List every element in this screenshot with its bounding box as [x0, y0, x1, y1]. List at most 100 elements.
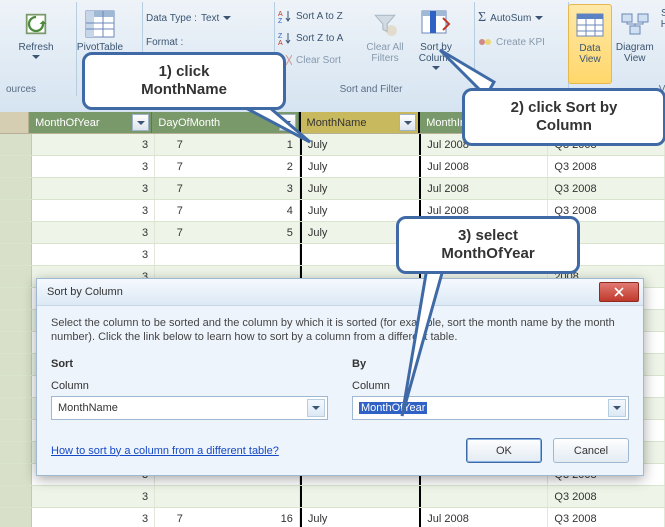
- cell-dom[interactable]: [155, 244, 300, 265]
- callout-2: 2) click Sort by Column: [462, 88, 665, 146]
- show-hidden-button[interactable]: S H: [658, 4, 665, 82]
- cell-mname[interactable]: [300, 486, 421, 507]
- cell-moy[interactable]: 3: [32, 156, 155, 177]
- filter-dropdown-icon[interactable]: [399, 114, 416, 131]
- cell-qic[interactable]: Q3 2008: [548, 508, 665, 527]
- refresh-button[interactable]: Refresh: [12, 4, 60, 82]
- cancel-button[interactable]: Cancel: [553, 438, 629, 463]
- sort-column-value: MonthName: [58, 402, 118, 414]
- column-label: Column: [51, 380, 328, 392]
- sort-az-button[interactable]: AZ Sort A to Z: [274, 6, 360, 26]
- svg-text:Z: Z: [278, 18, 283, 23]
- dialog-title: Sort by Column: [47, 286, 123, 298]
- cell-blank[interactable]: [0, 354, 32, 375]
- cell-moy[interactable]: 3: [32, 134, 155, 155]
- cell-blank[interactable]: [0, 310, 32, 331]
- cell-moy[interactable]: 3: [32, 486, 155, 507]
- sort-by-column-dialog: Sort by Column Select the column to be s…: [36, 278, 644, 476]
- sort-za-button[interactable]: ZA Sort Z to A: [274, 28, 360, 48]
- cell-moy[interactable]: 3: [32, 222, 155, 243]
- ok-button[interactable]: OK: [466, 438, 542, 463]
- format-label: Format :: [146, 37, 183, 48]
- cell-blank[interactable]: [0, 222, 32, 243]
- dropdown-arrow-icon: [223, 16, 231, 20]
- cell-blank[interactable]: [0, 178, 32, 199]
- cell-blank[interactable]: [0, 420, 32, 441]
- cell-dom[interactable]: [155, 486, 300, 507]
- format-dropdown[interactable]: Format :: [142, 32, 268, 52]
- cell-blank[interactable]: [0, 200, 32, 221]
- cell-dom[interactable]: 27: [155, 156, 300, 177]
- funnel-clear-icon: [369, 8, 401, 40]
- cell-blank[interactable]: [0, 376, 32, 397]
- cell-blank[interactable]: [0, 486, 32, 507]
- cell-qic[interactable]: Q3 2008: [548, 156, 665, 177]
- cell-moy[interactable]: 3: [32, 244, 155, 265]
- cell-qic[interactable]: Q3 2008: [548, 486, 665, 507]
- cell-qic[interactable]: Q3 2008: [548, 178, 665, 199]
- cell-blank[interactable]: [0, 332, 32, 353]
- cell-mic[interactable]: Jul 2008: [421, 508, 548, 527]
- dropdown-arrow-icon: [307, 399, 325, 417]
- column-header-blank[interactable]: [0, 112, 29, 133]
- help-link[interactable]: How to sort by a column from a different…: [51, 445, 279, 457]
- table-row[interactable]: 327JulyJul 2008Q3 2008: [0, 156, 665, 178]
- cell-mic[interactable]: Jul 2008: [421, 156, 548, 177]
- sigma-icon: Σ: [478, 10, 486, 26]
- cell-dom[interactable]: 37: [155, 178, 300, 199]
- table-row[interactable]: 337JulyJul 2008Q3 2008: [0, 178, 665, 200]
- cell-blank[interactable]: [0, 134, 32, 155]
- callout-3-pointer: [398, 260, 448, 420]
- cell-blank[interactable]: [0, 266, 32, 287]
- data-view-icon: [574, 9, 606, 41]
- diagram-view-button[interactable]: Diagram View: [612, 4, 658, 82]
- table-row[interactable]: 3 Q3 2008: [0, 486, 665, 508]
- cell-dom[interactable]: 167: [155, 508, 300, 527]
- data-view-button[interactable]: Data View: [568, 4, 612, 84]
- clear-sort-button[interactable]: AZ Clear Sort: [274, 50, 360, 70]
- clear-filters-button[interactable]: Clear All Filters: [360, 4, 410, 82]
- cell-mname[interactable]: July: [300, 156, 421, 177]
- sort-column-combo[interactable]: MonthName: [51, 396, 328, 420]
- table-row[interactable]: 3167JulyJul 2008Q3 2008: [0, 508, 665, 527]
- dialog-close-button[interactable]: [599, 282, 639, 302]
- dropdown-arrow-icon: [608, 399, 626, 417]
- column-header-moy[interactable]: MonthOfYear: [29, 112, 152, 133]
- dialog-titlebar[interactable]: Sort by Column: [37, 279, 643, 306]
- cell-mname[interactable]: July: [300, 508, 421, 527]
- svg-text:Z: Z: [278, 33, 283, 40]
- cell-moy[interactable]: 3: [32, 178, 155, 199]
- cell-dom[interactable]: 57: [155, 222, 300, 243]
- dropdown-arrow-icon: [32, 55, 40, 59]
- cell-blank[interactable]: [0, 288, 32, 309]
- sort-za-icon: ZA: [278, 31, 292, 45]
- close-icon: [614, 287, 624, 297]
- dropdown-arrow-icon: [535, 16, 543, 20]
- cell-blank[interactable]: [0, 156, 32, 177]
- cell-blank[interactable]: [0, 442, 32, 463]
- refresh-label: Refresh: [18, 42, 53, 53]
- cell-blank[interactable]: [0, 508, 32, 527]
- data-type-dropdown[interactable]: Data Type : Text: [142, 8, 268, 28]
- pivottable-icon: [84, 8, 116, 40]
- refresh-icon: [20, 8, 52, 40]
- data-type-label: Data Type :: [146, 13, 197, 24]
- autosum-button[interactable]: Σ AutoSum: [474, 8, 562, 28]
- diagram-view-icon: [619, 8, 651, 40]
- cell-dom[interactable]: 47: [155, 200, 300, 221]
- cell-mic[interactable]: [421, 486, 548, 507]
- cell-moy[interactable]: 3: [32, 508, 155, 527]
- sort-by-column-icon: [420, 8, 452, 40]
- cell-mname[interactable]: July: [300, 178, 421, 199]
- cell-mic[interactable]: Jul 2008: [421, 178, 548, 199]
- cell-blank[interactable]: [0, 244, 32, 265]
- svg-text:A: A: [278, 11, 283, 18]
- cell-moy[interactable]: 3: [32, 200, 155, 221]
- dialog-description: Select the column to be sorted and the c…: [51, 316, 629, 344]
- filter-dropdown-icon[interactable]: [132, 114, 149, 131]
- cell-blank[interactable]: [0, 464, 32, 485]
- cell-blank[interactable]: [0, 398, 32, 419]
- by-column-combo[interactable]: MonthOfYear: [352, 396, 629, 420]
- column-label: Column: [352, 380, 629, 392]
- callout-1: 1) click MonthName: [82, 52, 286, 110]
